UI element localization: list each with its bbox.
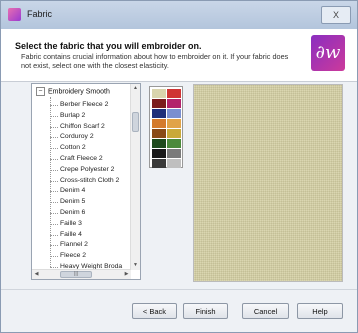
color-swatch[interactable] xyxy=(152,139,166,148)
color-swatch-grid xyxy=(149,86,183,168)
color-swatch[interactable] xyxy=(152,119,166,128)
tree-item[interactable]: Burlap 2 xyxy=(50,111,128,122)
tree-item[interactable]: Denim 4 xyxy=(50,186,128,197)
vertical-scroll-thumb[interactable] xyxy=(132,112,139,132)
tree-item[interactable]: Berber Fleece 2 xyxy=(50,100,128,111)
scroll-left-icon[interactable]: ◀ xyxy=(32,270,41,279)
tree-item[interactable]: Flannel 2 xyxy=(50,240,128,251)
tree-item[interactable]: Chiffon Scarf 2 xyxy=(50,122,128,133)
page-heading: Select the fabric that you will embroide… xyxy=(15,41,202,51)
color-swatch[interactable] xyxy=(167,89,181,98)
collapse-icon[interactable]: – xyxy=(36,87,45,96)
footer-divider xyxy=(1,289,357,290)
tree-item[interactable]: Faille 3 xyxy=(50,219,128,230)
fabric-dialog: Fabric X Select the fabric that you will… xyxy=(0,0,358,333)
color-swatch[interactable] xyxy=(152,129,166,138)
tree-item[interactable]: Faille 4 xyxy=(50,230,128,241)
scroll-right-icon[interactable]: ▶ xyxy=(122,270,131,279)
color-swatch[interactable] xyxy=(167,139,181,148)
scroll-up-icon[interactable]: ▲ xyxy=(131,84,140,93)
tree-item[interactable]: Denim 5 xyxy=(50,197,128,208)
color-swatch[interactable] xyxy=(152,159,166,168)
color-swatch[interactable] xyxy=(152,99,166,108)
fabric-preview xyxy=(193,84,343,282)
title-bar: Fabric X xyxy=(1,1,357,29)
fabric-tree[interactable]: – Embroidery Smooth Berber Fleece 2 Burla… xyxy=(31,83,141,280)
tree-item[interactable]: Crepe Polyester 2 xyxy=(50,165,128,176)
horizontal-scrollbar[interactable]: ◀ ||| ▶ xyxy=(32,269,131,279)
color-swatch[interactable] xyxy=(167,119,181,128)
color-swatch[interactable] xyxy=(167,149,181,158)
tree-root-item[interactable]: – Embroidery Smooth xyxy=(36,87,110,96)
color-swatch[interactable] xyxy=(152,149,166,158)
page-description: Fabric contains crucial information abou… xyxy=(21,52,289,70)
help-button[interactable]: Help xyxy=(297,303,343,319)
close-button[interactable]: X xyxy=(321,6,351,24)
tree-item[interactable]: Denim 6 xyxy=(50,208,128,219)
tree-item[interactable]: Craft Fleece 2 xyxy=(50,154,128,165)
color-swatch[interactable] xyxy=(167,159,181,168)
color-swatch[interactable] xyxy=(167,109,181,118)
color-swatch[interactable] xyxy=(167,99,181,108)
brand-logo: ∂w xyxy=(311,35,345,71)
color-swatch[interactable] xyxy=(152,109,166,118)
vertical-scrollbar[interactable]: ▲ ▼ xyxy=(130,84,140,270)
tree-root-label: Embroidery Smooth xyxy=(48,88,110,96)
window-title: Fabric xyxy=(27,9,53,19)
finish-button[interactable]: Finish xyxy=(183,303,228,319)
wizard-header: Select the fabric that you will embroide… xyxy=(1,29,357,82)
tree-item-list: Berber Fleece 2 Burlap 2 Chiffon Scarf 2… xyxy=(50,100,128,273)
app-icon xyxy=(8,8,21,21)
back-button[interactable]: < Back xyxy=(132,303,177,319)
scroll-down-icon[interactable]: ▼ xyxy=(131,261,140,270)
color-swatch[interactable] xyxy=(167,129,181,138)
cancel-button[interactable]: Cancel xyxy=(242,303,289,319)
tree-item[interactable]: Cross-stitch Cloth 2 xyxy=(50,176,128,187)
tree-item[interactable]: Corduroy 2 xyxy=(50,132,128,143)
horizontal-scroll-thumb[interactable]: ||| xyxy=(60,271,92,278)
tree-item[interactable]: Cotton 2 xyxy=(50,143,128,154)
color-swatch[interactable] xyxy=(152,89,166,98)
tree-item[interactable]: Fleece 2 xyxy=(50,251,128,262)
